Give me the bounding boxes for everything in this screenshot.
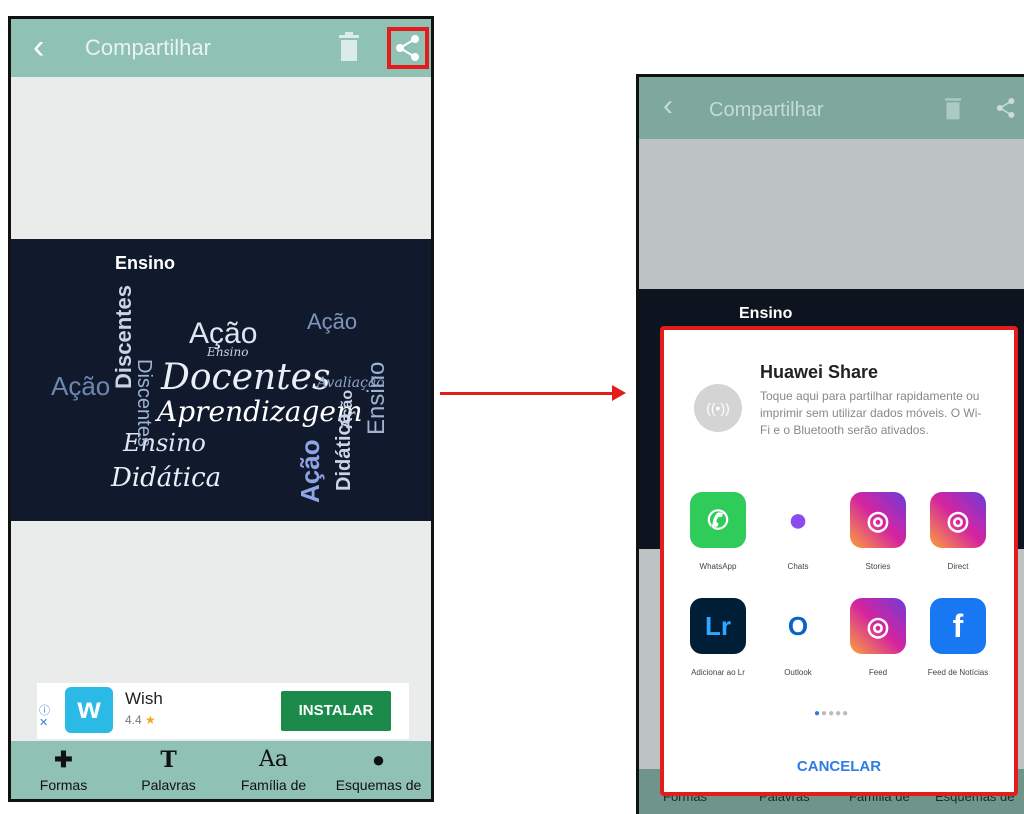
bottom-toolbar: ✚ Formas T Palavras Aa Família de ● Esqu… (11, 741, 431, 799)
share-app-stories[interactable]: ◎ Stories (838, 492, 918, 572)
share-button[interactable] (387, 27, 429, 69)
app-label: Stories (865, 562, 891, 571)
star-icon: ★ (145, 713, 156, 727)
share-app-feed[interactable]: ◎ Feed (838, 598, 918, 678)
app-header: ‹ Compartilhar (11, 19, 431, 77)
share-app-chats[interactable]: ● Chats (758, 492, 838, 572)
cloud-word: Didática (111, 463, 222, 493)
app-label: Feed (868, 668, 888, 677)
install-button[interactable]: INSTALAR (281, 691, 391, 731)
canvas-bottom (11, 521, 431, 681)
cancel-button[interactable]: CANCELAR (664, 758, 1014, 775)
instagram-icon: ◎ (850, 598, 906, 654)
ad-info-icon[interactable]: ⓘ ✕ (39, 705, 50, 729)
cloud-word: Ação (307, 309, 358, 334)
cloud-word: Aprendizagem (157, 395, 363, 428)
back-chevron-icon: ‹ (663, 89, 673, 122)
cloud-word: Ensino (115, 253, 176, 273)
huawei-share-icon[interactable]: ((•)) (694, 384, 742, 432)
messenger-icon: ● (770, 492, 826, 548)
share-app-outlook[interactable]: O Outlook (758, 598, 838, 678)
arrow-line (440, 392, 616, 395)
toolbar-label: Formas (39, 777, 88, 793)
share-app-lightroom[interactable]: Lr Adicionar ao Lr (678, 598, 758, 678)
huawei-share-description: Toque aqui para partilhar rapidamente ou… (760, 389, 982, 437)
toolbar-label: Família de (240, 777, 307, 793)
outlook-icon: O (770, 598, 826, 654)
toolbar-item-familia[interactable]: Aa Família de (221, 741, 326, 799)
app-label: Outlook (784, 668, 812, 677)
cloud-word: Ação (295, 439, 325, 503)
font-aa-icon: Aa (258, 747, 288, 772)
text-t-icon: T (160, 747, 177, 773)
header-title: Compartilhar (709, 99, 824, 121)
app-label: WhatsApp (699, 562, 737, 571)
word-cloud-image: Ensino Discentes Ação Docentes Aprendiza… (11, 239, 431, 521)
toolbar-item-formas[interactable]: ✚ Formas (11, 741, 116, 799)
share-app-direct[interactable]: ◎ Direct (918, 492, 998, 572)
rating-value: 4.4 (125, 713, 142, 727)
app-header-dimmed: ‹ Compartilhar (639, 77, 1024, 139)
app-label: Direct (947, 562, 969, 571)
app-label: Feed de Notícias (927, 668, 989, 677)
back-chevron-icon[interactable]: ‹ (33, 27, 63, 67)
share-icon (396, 35, 419, 61)
ad-rating: 4.4 ★ (125, 713, 156, 727)
cloud-word: Ensino (207, 345, 249, 359)
ad-app-name: Wish (125, 689, 163, 708)
share-app-facebook-feed[interactable]: f Feed de Notícias (918, 598, 998, 678)
instagram-icon: ◎ (850, 492, 906, 548)
share-app-whatsapp[interactable]: ✆ WhatsApp (678, 492, 758, 572)
toolbar-label: Esquemas de (335, 777, 422, 793)
puzzle-icon: ✚ (54, 747, 73, 772)
ad-banner[interactable]: ⓘ ✕ w Wish 4.4 ★ INSTALAR (37, 683, 409, 739)
wish-logo: w (65, 687, 113, 733)
cloud-word: Ação (51, 371, 111, 401)
arrow-head (612, 385, 626, 401)
cloud-word: Avaliação (317, 375, 385, 391)
trash-icon (944, 98, 962, 120)
toolbar-item-palavras[interactable]: T Palavras (116, 741, 221, 799)
share-icon (996, 98, 1015, 118)
share-sheet: ((•)) Huawei Share Toque aqui para parti… (660, 326, 1018, 796)
canvas-top (639, 139, 1024, 289)
app-label: Chats (787, 562, 809, 571)
app-label: Adicionar ao Lr (691, 668, 745, 677)
trash-icon[interactable] (337, 31, 361, 63)
cloud-word: Discentes (133, 359, 155, 447)
lightroom-icon: Lr (690, 598, 746, 654)
header-title: Compartilhar (85, 35, 211, 60)
palette-icon: ● (371, 747, 386, 772)
canvas-top (11, 77, 431, 239)
toolbar-label: Palavras (141, 777, 196, 793)
cloud-word: Ensino (363, 361, 390, 435)
cloud-word: Ensino (739, 305, 793, 322)
cloud-word: Docentes (161, 357, 331, 398)
cloud-word: Ação (339, 389, 356, 429)
huawei-share-title[interactable]: Huawei Share (760, 362, 878, 383)
page-indicator: ●●●●● (814, 708, 850, 719)
left-phone-screen: ‹ Compartilhar Ensino Discentes Ação Doc… (8, 16, 434, 802)
instagram-icon: ◎ (930, 492, 986, 548)
toolbar-item-esquemas[interactable]: ● Esquemas de (326, 741, 431, 799)
whatsapp-icon: ✆ (690, 492, 746, 548)
facebook-icon: f (930, 598, 986, 654)
